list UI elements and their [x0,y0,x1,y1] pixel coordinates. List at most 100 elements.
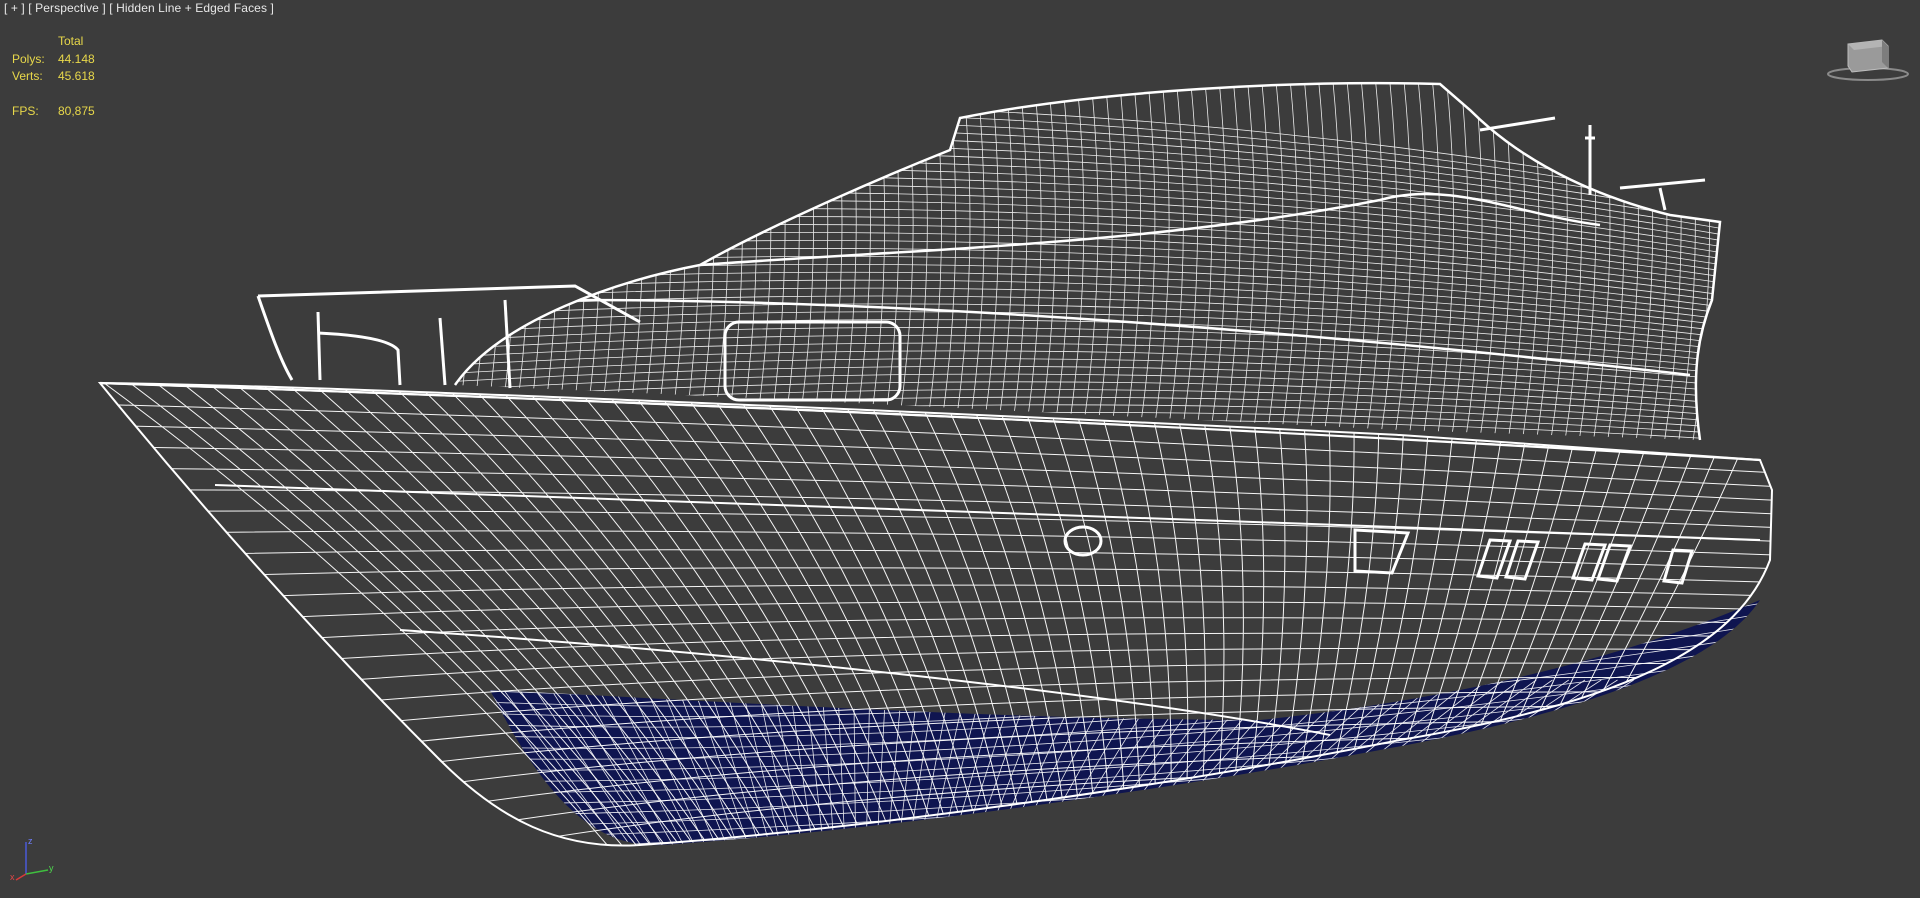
hull-waterline [218,549,1772,570]
hull-station [100,383,621,846]
superstructure-station [1378,83,1398,440]
superstructure-station [524,83,544,440]
axis-x-label: x [10,872,15,882]
superstructure-station [1307,83,1326,440]
superstructure-station [951,83,971,440]
hull-waterline [100,403,1772,475]
superstructure-waterline [455,334,1720,375]
polys-value: 44.148 [58,51,95,66]
superstructure-waterline [455,404,1720,429]
hull-waterline [287,617,1772,640]
superstructure-station [567,83,587,440]
superstructure-station [638,83,658,440]
superstructure-station [496,83,516,440]
superstructure-station [1093,83,1113,440]
viewport-label: [ + ] [ Perspective ] [ Hidden Line + Ed… [4,1,274,15]
superstructure-station [581,83,601,440]
superstructure-station [837,83,857,440]
superstructure-outline [453,81,1722,441]
superstructure-station [1719,83,1720,440]
superstructure-waterline [455,216,1720,285]
superstructure-station [1620,83,1639,440]
superstructure-station [823,83,843,440]
superstructure-station [539,83,558,440]
superstructure-waterline [455,111,1720,207]
verts-label: Verts: [12,69,43,83]
superstructure-station [1335,83,1355,440]
superstructure-waterline [455,232,1720,297]
superstructure-station [1079,83,1099,440]
viewcube-icon[interactable] [1826,34,1910,84]
superstructure-station [1349,83,1369,440]
bottom-station [1245,679,1472,846]
superstructure-station [852,83,871,440]
superstructure-station [1705,83,1720,440]
axis-z-label: z [28,836,33,846]
perspective-viewport[interactable]: [ + ] [ Perspective ] [ Hidden Line + Ed… [0,0,1920,898]
superstructure-station [1250,83,1270,440]
superstructure-waterline [455,103,1720,201]
superstructure-waterline [455,192,1720,267]
viewport-shading-mode[interactable]: [ Hidden Line + Edged Faces ] [109,1,274,15]
superstructure-station [1605,83,1625,440]
superstructure-station [1420,83,1440,440]
fps-value: 80,875 [58,103,95,118]
superstructure-station [1520,83,1540,440]
superstructure-waterline [455,119,1720,213]
hull-station [1364,383,1484,846]
superstructure-station [1008,83,1028,440]
superstructure-station [866,83,886,440]
superstructure-station [1179,83,1198,440]
superstructure-station [510,83,530,440]
superstructure-station [1150,83,1170,440]
superstructure-station [965,83,985,440]
hull-station [1238,383,1265,846]
superstructure-station [1022,83,1042,440]
hull-station [1195,383,1225,846]
superstructure-wire-grid [455,83,1720,440]
superstructure-station [908,83,928,440]
superstructure-station [795,83,814,440]
superstructure-station [1548,83,1568,440]
verts-value: 45.618 [58,69,95,83]
superstructure-station [624,83,644,440]
superstructure-waterline [455,327,1720,369]
hull-waterline [114,425,1772,488]
flybridge-edge [699,192,1601,267]
hull-station [1221,383,1244,846]
polys-label: Polys: [12,51,45,66]
yacht-wireframe-model[interactable] [0,0,1920,898]
superstructure-station [553,83,573,440]
superstructure-station [1236,83,1255,440]
hull-station [1392,383,1536,846]
superstructure-station [667,83,686,440]
hull-station [1169,383,1206,846]
hull-waterline [183,510,1772,543]
superstructure-station [923,83,942,440]
superstructure-station [652,83,672,440]
superstructure-waterline [455,350,1720,387]
superstructure-waterline [455,160,1720,243]
superstructure-station [937,83,957,440]
superstructure-station [1164,83,1184,440]
superstructure-station [610,83,630,440]
superstructure-station [1136,83,1156,440]
stats-header: Total [58,34,84,48]
superstructure-station [1691,83,1710,440]
superstructure-station [1364,83,1383,440]
superstructure-waterline [455,287,1720,339]
hull-waterline [304,632,1772,662]
axis-y-label: y [49,863,54,873]
superstructure-station [880,83,900,440]
hull-station [1378,383,1510,846]
viewport-view-name[interactable]: [ Perspective ] [28,1,106,15]
superstructure-station [1392,83,1412,440]
superstructure-station [809,83,829,440]
superstructure-station [596,83,615,440]
bottom-station [1234,679,1456,846]
superstructure-waterline [455,151,1720,237]
viewport-menu-plus[interactable]: [ + ] [4,1,25,15]
superstructure-waterline [455,184,1720,261]
superstructure-station [1435,83,1454,440]
xyz-axis-tripod-icon: z y x [10,836,54,882]
